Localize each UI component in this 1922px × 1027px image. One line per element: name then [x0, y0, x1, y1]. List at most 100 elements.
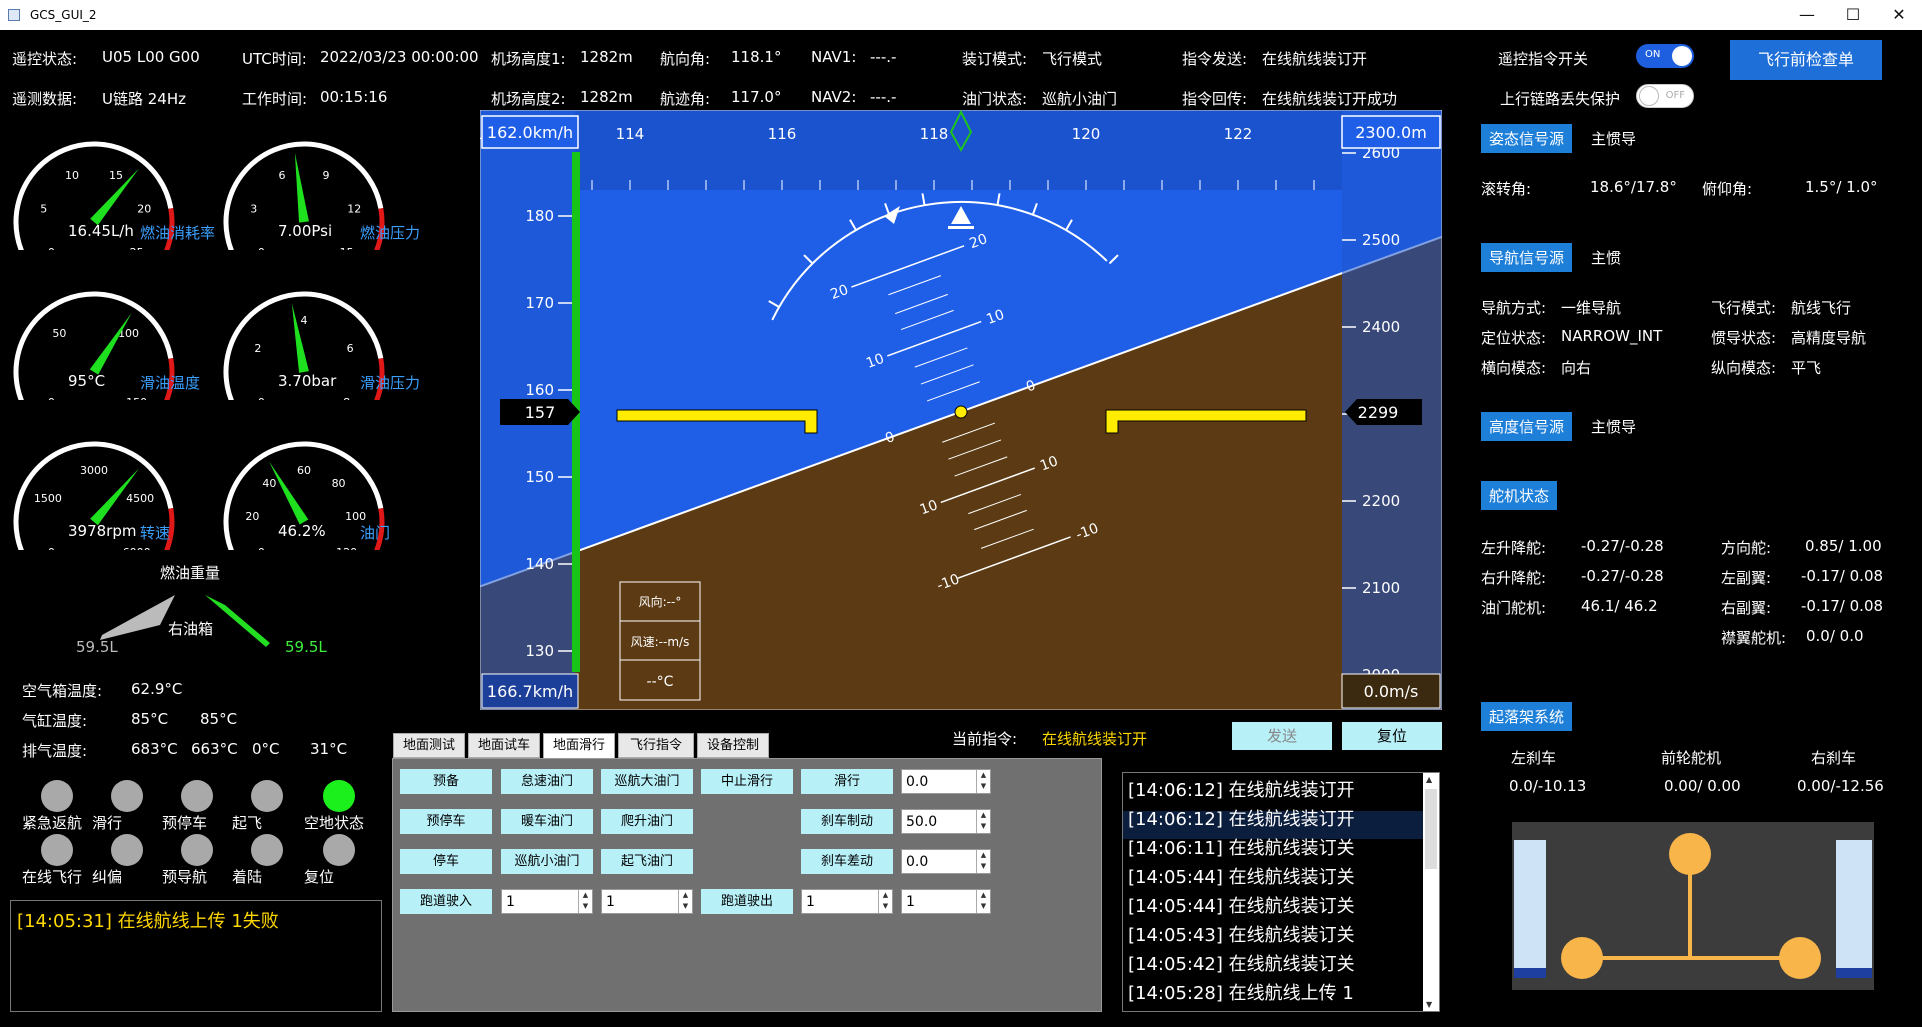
nav-source-value: 主惯	[1591, 249, 1622, 267]
runway-enter-spin-1[interactable]: 1 ▲ ▼	[501, 889, 593, 914]
spin-arrows-icon[interactable]: ▲ ▼	[878, 890, 892, 913]
work-time-value: 00:15:16	[320, 88, 388, 106]
uplink-state: OFF	[1665, 90, 1685, 101]
diff-brake-spinbox[interactable]: 0.0 ▲ ▼	[901, 849, 991, 874]
preflight-checklist-button[interactable]: 飞行前检查单	[1730, 40, 1882, 80]
speed-tick-label: 140	[525, 555, 554, 573]
warmup-throttle-button[interactable]: 暖车油门	[501, 809, 593, 834]
stop-button[interactable]: 停车	[400, 849, 492, 874]
runway-exit-spin-1[interactable]: 1 ▲ ▼	[801, 889, 893, 914]
runway-exit-spin-2[interactable]: 1 ▲ ▼	[901, 889, 991, 914]
throttle-servo-value: 46.1/ 46.2	[1581, 597, 1658, 615]
gauge-tick-label: 4500	[126, 492, 154, 505]
runway-enter-spin-2[interactable]: 1 ▲ ▼	[601, 889, 693, 914]
alt2-label: 机场高度2:	[491, 90, 566, 108]
gauge-tick-label: 10	[65, 169, 79, 182]
spin-value: 1	[606, 894, 615, 910]
idle-throttle-button[interactable]: 怠速油门	[501, 769, 593, 794]
tab-ground-taxi[interactable]: 地面滑行	[543, 733, 615, 758]
runway-exit-button[interactable]: 跑道驶出	[701, 889, 793, 914]
scroll-thumb[interactable]	[1425, 789, 1437, 869]
takeoff-throttle-button[interactable]: 起飞油门	[601, 849, 693, 874]
log-scrollbar[interactable]: ▲ ▼	[1423, 773, 1439, 1011]
alt1-value: 1282m	[580, 48, 633, 66]
alt-tick-label: 2100	[1362, 579, 1400, 597]
gauge-tick-label: 20	[245, 510, 259, 523]
taxi-button[interactable]: 滑行	[801, 769, 893, 794]
rudder-value: 0.85/ 1.00	[1805, 537, 1882, 555]
ready-button[interactable]: 预备	[400, 769, 492, 794]
gauge-tick-label: 15	[109, 169, 123, 182]
gauge-value-oil_press: 3.70bar	[278, 372, 337, 390]
log-entry[interactable]: [14:06:12] 在线航线装订开	[1128, 805, 1355, 831]
exhaust-temp-1: 683°C	[131, 740, 178, 758]
alt2-value: 1282m	[580, 88, 633, 106]
cmd-echo-label: 指令回传:	[1182, 90, 1248, 108]
left-wheel-icon	[1561, 937, 1603, 979]
gauge-tick-label: 3000	[80, 464, 108, 477]
status-lamp-label: 滑行	[92, 814, 123, 832]
status-lamp-label: 起飞	[232, 814, 263, 832]
nav-source-badge: 导航信号源	[1481, 243, 1573, 272]
gauge-tick-label: 6	[347, 342, 354, 355]
close-button[interactable]: ✕	[1876, 0, 1922, 30]
heading-tape-bg	[575, 110, 1342, 190]
log-entry[interactable]: [14:05:28] 在线航线上传 1	[1128, 979, 1354, 1005]
gauge-tick-label: 2	[254, 342, 261, 355]
nose-wheel-label: 前轮舵机	[1661, 749, 1722, 767]
log-entry[interactable]: [14:05:42] 在线航线装订关	[1128, 950, 1355, 976]
spin-arrows-icon[interactable]: ▲ ▼	[678, 890, 692, 913]
spin-arrows-icon[interactable]: ▲ ▼	[976, 810, 990, 833]
cruise-low-throttle-button[interactable]: 巡航小油门	[501, 849, 593, 874]
pitch-value: 1.5°/ 1.0°	[1805, 178, 1878, 196]
minimize-button[interactable]: —	[1784, 0, 1830, 30]
uplink-knob	[1639, 86, 1659, 106]
log-entry[interactable]: [14:06:12] 在线航线装订开	[1128, 776, 1355, 802]
cmd-send-label: 指令发送:	[1182, 50, 1248, 68]
log-entry[interactable]: [14:06:11] 在线航线装订关	[1128, 834, 1355, 860]
runway-enter-button[interactable]: 跑道驶入	[400, 889, 492, 914]
nav1-label: NAV1:	[811, 48, 857, 66]
tab-ground-runup[interactable]: 地面试车	[468, 733, 540, 758]
rc-switch-toggle[interactable]: ON	[1636, 44, 1694, 68]
abort-taxi-button[interactable]: 中止滑行	[701, 769, 793, 794]
cylinder-temp-2: 85°C	[200, 710, 238, 728]
spin-arrows-icon[interactable]: ▲ ▼	[976, 850, 990, 873]
speed-top-value: 162.0km/h	[487, 123, 573, 142]
maximize-button[interactable]: ☐	[1830, 0, 1876, 30]
spin-arrows-icon[interactable]: ▲ ▼	[578, 890, 592, 913]
gauge-tick-label: 60	[297, 464, 311, 477]
spin-arrows-icon[interactable]: ▲ ▼	[976, 770, 990, 793]
log-entry[interactable]: [14:05:44] 在线航线装订关	[1128, 863, 1355, 889]
log-entry[interactable]: [14:05:43] 在线航线装订关	[1128, 921, 1355, 947]
brake-button[interactable]: 刹车制动	[801, 809, 893, 834]
reset-button[interactable]: 复位	[1342, 722, 1442, 750]
cruise-high-throttle-button[interactable]: 巡航大油门	[601, 769, 693, 794]
status-lamp-8	[251, 834, 283, 866]
right-aileron-label: 右副翼:	[1721, 599, 1772, 617]
differential-brake-button[interactable]: 刹车差动	[801, 849, 893, 874]
log-entry[interactable]: [14:05:44] 在线航线装订关	[1128, 892, 1355, 918]
taxi-spinbox[interactable]: 0.0 ▲ ▼	[901, 769, 991, 794]
spin-arrows-icon[interactable]: ▲ ▼	[976, 890, 990, 913]
send-button[interactable]: 发送	[1232, 722, 1332, 750]
left-brake-bar	[1514, 840, 1546, 968]
tab-flight-command[interactable]: 飞行指令	[618, 733, 694, 758]
status-lamp-label: 着陆	[232, 868, 263, 886]
rc-switch-label: 遥控指令开关	[1498, 50, 1589, 68]
gauge-value-throttle: 46.2%	[278, 522, 326, 540]
tab-ground-test[interactable]: 地面测试	[393, 733, 465, 758]
right-wheel-icon	[1779, 937, 1821, 979]
brake-spinbox[interactable]: 50.0 ▲ ▼	[901, 809, 991, 834]
tab-device-control[interactable]: 设备控制	[697, 733, 769, 758]
altitude-source-value: 主惯导	[1591, 418, 1637, 436]
pre-stop-button[interactable]: 预停车	[400, 809, 492, 834]
scroll-up-icon[interactable]: ▲	[1426, 775, 1432, 784]
scroll-down-icon[interactable]: ▼	[1426, 1000, 1432, 1009]
alt-tick-label: 2500	[1362, 231, 1400, 249]
climb-throttle-button[interactable]: 爬升油门	[601, 809, 693, 834]
gauge-label-rpm: 转速	[140, 524, 171, 542]
altitude-source-badge: 高度信号源	[1481, 412, 1573, 441]
uplink-toggle[interactable]: OFF	[1636, 84, 1694, 108]
left-elevator-label: 左升降舵:	[1481, 539, 1547, 557]
